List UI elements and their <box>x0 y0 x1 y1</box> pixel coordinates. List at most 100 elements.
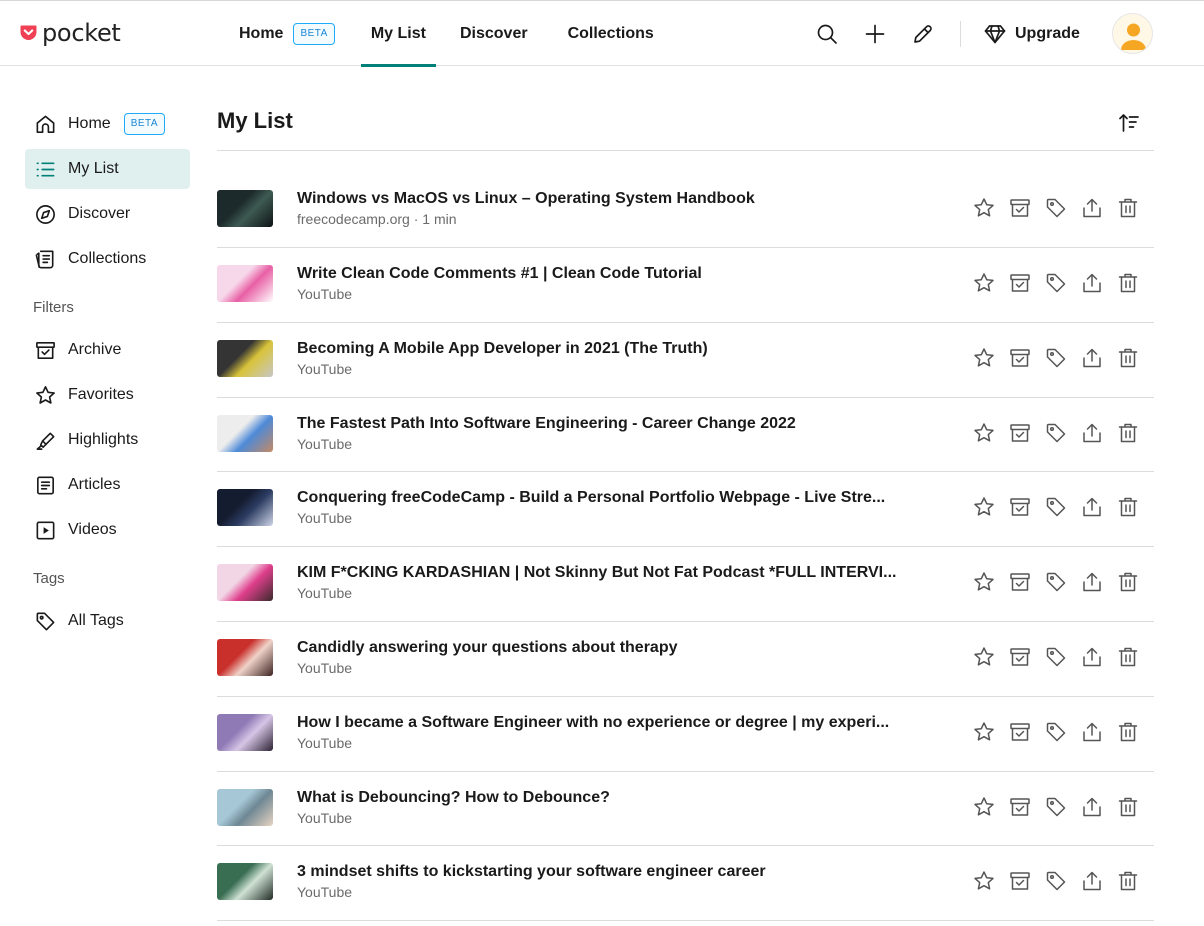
sidebar-item-favorites[interactable]: Favorites <box>25 375 190 415</box>
item-title[interactable]: Conquering freeCodeCamp - Build a Person… <box>297 488 902 508</box>
item-thumbnail[interactable] <box>217 414 273 452</box>
search-button[interactable] <box>812 19 842 49</box>
share-button[interactable] <box>1080 421 1104 445</box>
favorite-button[interactable] <box>972 869 996 893</box>
tag-button[interactable] <box>1044 645 1068 669</box>
favorite-button[interactable] <box>972 495 996 519</box>
favorite-button[interactable] <box>972 421 996 445</box>
share-button[interactable] <box>1080 495 1104 519</box>
item-title[interactable]: Becoming A Mobile App Developer in 2021 … <box>297 339 902 359</box>
item-thumbnail[interactable] <box>217 564 273 602</box>
share-button[interactable] <box>1080 645 1104 669</box>
share-button[interactable] <box>1080 196 1104 220</box>
favorite-button[interactable] <box>972 196 996 220</box>
tag-button[interactable] <box>1044 421 1068 445</box>
tag-button[interactable] <box>1044 570 1068 594</box>
archive-button[interactable] <box>1008 869 1032 893</box>
tag-button[interactable] <box>1044 196 1068 220</box>
item-title[interactable]: Write Clean Code Comments #1 | Clean Cod… <box>297 264 902 284</box>
item-thumbnail[interactable] <box>217 713 273 751</box>
topnav-collections[interactable]: Collections <box>554 1 668 66</box>
share-button[interactable] <box>1080 346 1104 370</box>
sidebar-item-articles[interactable]: Articles <box>25 465 190 505</box>
archive-button[interactable] <box>1008 495 1032 519</box>
tag-button[interactable] <box>1044 795 1068 819</box>
list-item[interactable]: Conquering freeCodeCamp - Build a Person… <box>217 472 1154 548</box>
item-title[interactable]: What is Debouncing? How to Debounce? <box>297 788 902 808</box>
item-thumbnail[interactable] <box>217 190 273 227</box>
sidebar-item-my-list[interactable]: My List <box>25 149 190 189</box>
tag-button[interactable] <box>1044 346 1068 370</box>
share-button[interactable] <box>1080 720 1104 744</box>
tag-button[interactable] <box>1044 495 1068 519</box>
share-button[interactable] <box>1080 869 1104 893</box>
sidebar-item-highlights[interactable]: Highlights <box>25 420 190 460</box>
archive-button[interactable] <box>1008 196 1032 220</box>
archive-button[interactable] <box>1008 795 1032 819</box>
item-thumbnail[interactable] <box>217 863 273 901</box>
share-button[interactable] <box>1080 570 1104 594</box>
delete-button[interactable] <box>1116 421 1140 445</box>
list-item[interactable]: Becoming A Mobile App Developer in 2021 … <box>217 323 1154 398</box>
favorite-button[interactable] <box>972 645 996 669</box>
sidebar-item-home[interactable]: Home BETA <box>25 104 190 144</box>
item-title[interactable]: KIM F*CKING KARDASHIAN | Not Skinny But … <box>297 563 902 583</box>
list-item[interactable]: The Fastest Path Into Software Engineeri… <box>217 398 1154 473</box>
sidebar-item-discover[interactable]: Discover <box>25 194 190 234</box>
tag-button[interactable] <box>1044 869 1068 893</box>
delete-button[interactable] <box>1116 720 1140 744</box>
delete-button[interactable] <box>1116 271 1140 295</box>
item-title[interactable]: 3 mindset shifts to kickstarting your so… <box>297 862 902 882</box>
item-title[interactable]: How I became a Software Engineer with no… <box>297 713 902 733</box>
share-button[interactable] <box>1080 795 1104 819</box>
list-item[interactable]: 3 mindset shifts to kickstarting your so… <box>217 846 1154 922</box>
delete-button[interactable] <box>1116 196 1140 220</box>
delete-button[interactable] <box>1116 570 1140 594</box>
item-thumbnail[interactable] <box>217 489 273 527</box>
sidebar-item-videos[interactable]: Videos <box>25 510 190 550</box>
item-thumbnail[interactable] <box>217 339 273 377</box>
topnav-home[interactable]: Home BETA <box>225 1 349 66</box>
list-item[interactable]: Write Clean Code Comments #1 | Clean Cod… <box>217 248 1154 323</box>
archive-button[interactable] <box>1008 271 1032 295</box>
favorite-button[interactable] <box>972 346 996 370</box>
tag-button[interactable] <box>1044 271 1068 295</box>
delete-button[interactable] <box>1116 795 1140 819</box>
archive-button[interactable] <box>1008 346 1032 370</box>
archive-button[interactable] <box>1008 720 1032 744</box>
sidebar-item-archive[interactable]: Archive <box>25 330 190 370</box>
sidebar-item-collections[interactable]: Collections <box>25 239 190 279</box>
delete-button[interactable] <box>1116 346 1140 370</box>
archive-button[interactable] <box>1008 645 1032 669</box>
item-thumbnail[interactable] <box>217 638 273 676</box>
delete-button[interactable] <box>1116 495 1140 519</box>
add-button[interactable] <box>860 19 890 49</box>
list-item[interactable]: Candidly answering your questions about … <box>217 622 1154 697</box>
delete-button[interactable] <box>1116 869 1140 893</box>
item-thumbnail[interactable] <box>217 788 273 826</box>
share-button[interactable] <box>1080 271 1104 295</box>
list-item[interactable]: What is Debouncing? How to Debounce? You… <box>217 772 1154 847</box>
favorite-button[interactable] <box>972 570 996 594</box>
sort-button[interactable] <box>1114 108 1144 138</box>
avatar[interactable] <box>1112 13 1153 54</box>
upgrade-button[interactable]: Upgrade <box>983 22 1080 46</box>
bulk-edit-button[interactable] <box>908 19 938 49</box>
item-title[interactable]: The Fastest Path Into Software Engineeri… <box>297 414 902 434</box>
archive-button[interactable] <box>1008 421 1032 445</box>
archive-button[interactable] <box>1008 570 1032 594</box>
topnav-my-list[interactable]: My List <box>360 1 437 67</box>
item-title[interactable]: Candidly answering your questions about … <box>297 638 902 658</box>
tag-button[interactable] <box>1044 720 1068 744</box>
list-item[interactable]: Windows vs MacOS vs Linux – Operating Sy… <box>217 173 1154 248</box>
delete-button[interactable] <box>1116 645 1140 669</box>
favorite-button[interactable] <box>972 720 996 744</box>
item-title[interactable]: Windows vs MacOS vs Linux – Operating Sy… <box>297 189 902 209</box>
list-item[interactable]: How I became a Software Engineer with no… <box>217 697 1154 772</box>
list-item[interactable]: KIM F*CKING KARDASHIAN | Not Skinny But … <box>217 547 1154 622</box>
pocket-logo[interactable]: pocket <box>20 20 121 46</box>
favorite-button[interactable] <box>972 271 996 295</box>
favorite-button[interactable] <box>972 795 996 819</box>
topnav-discover[interactable]: Discover <box>446 1 542 66</box>
item-thumbnail[interactable] <box>217 265 273 302</box>
